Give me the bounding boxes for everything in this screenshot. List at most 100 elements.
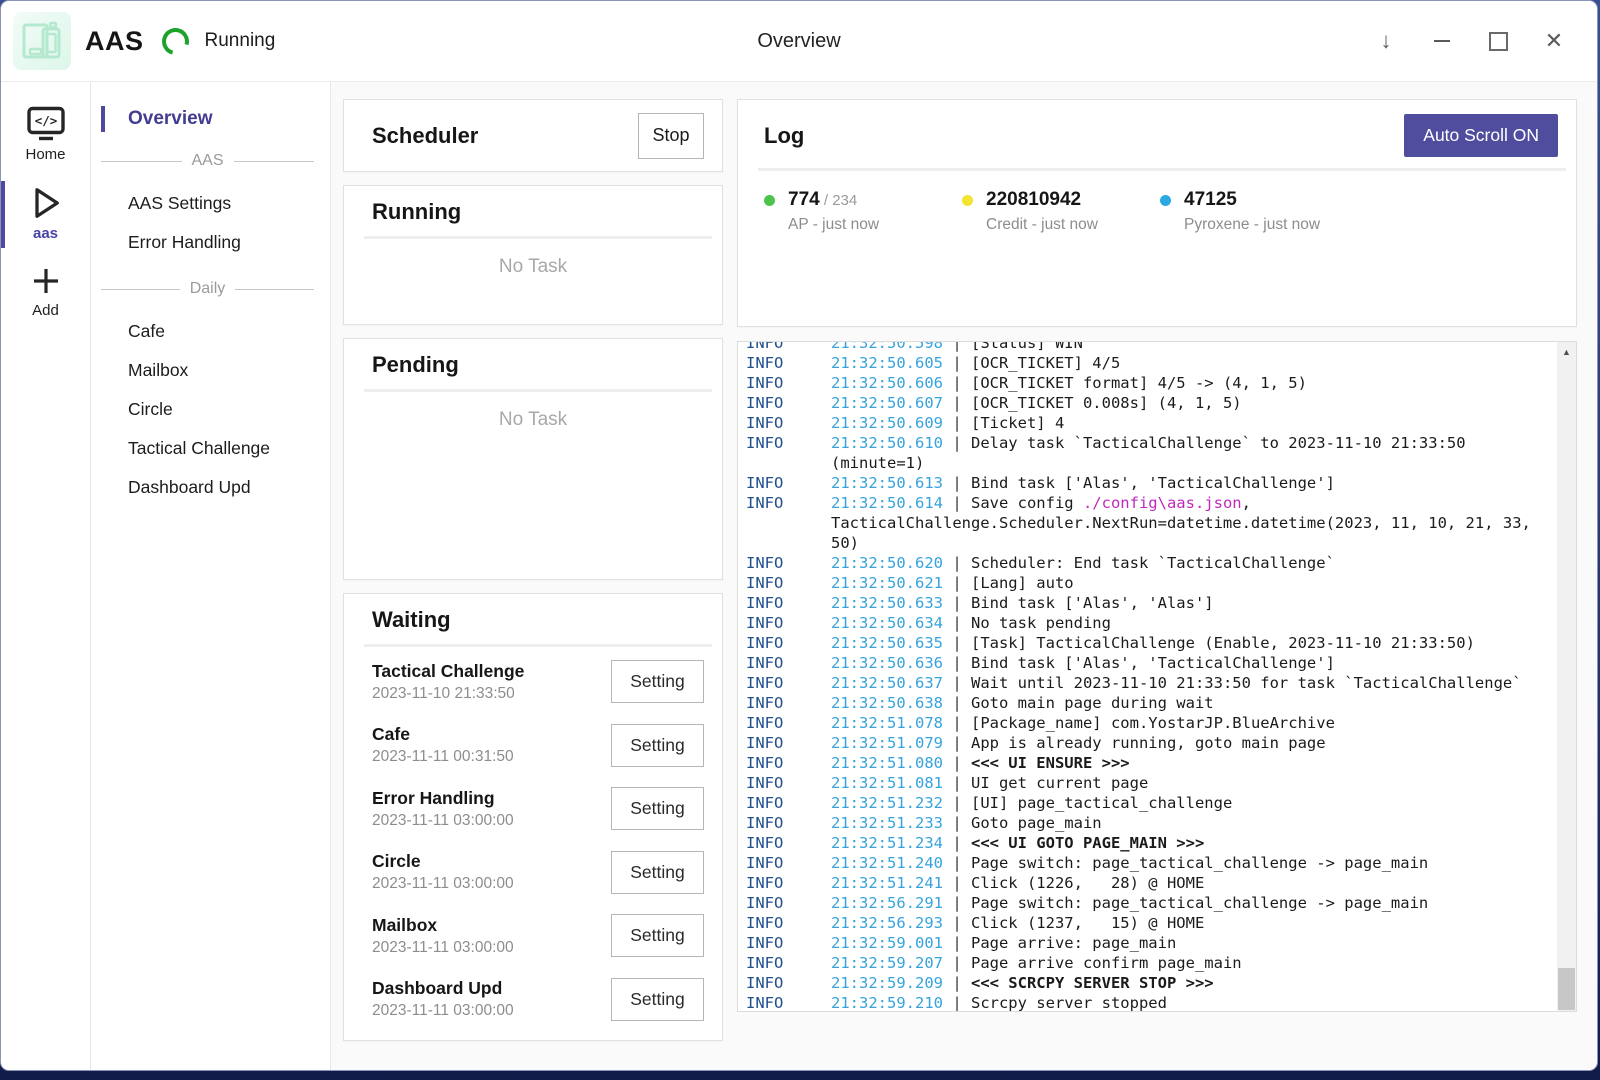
subnav-item-tactical-challenge[interactable]: Tactical Challenge bbox=[91, 429, 330, 468]
log-separator: | bbox=[943, 994, 971, 1012]
download-update-icon[interactable]: ↓ bbox=[1365, 20, 1407, 62]
scroll-up-icon[interactable]: ▲ bbox=[1557, 342, 1576, 361]
log-separator: | bbox=[943, 914, 971, 932]
log-level: INFO bbox=[746, 913, 831, 933]
log-separator: | bbox=[943, 754, 971, 772]
log-separator: | bbox=[943, 694, 971, 712]
log-line-body: 21:32:50.613 | Bind task ['Alas', 'Tacti… bbox=[831, 473, 1541, 493]
log-line: INFO21:32:51.233 | Goto page_main bbox=[746, 813, 1541, 833]
maximize-button[interactable] bbox=[1477, 20, 1519, 62]
rail-item-home[interactable]: </> Home bbox=[1, 96, 90, 175]
log-line-body: 21:32:50.635 | [Task] TacticalChallenge … bbox=[831, 633, 1541, 653]
log-line: INFO21:32:51.078 | [Package_name] com.Yo… bbox=[746, 713, 1541, 733]
waiting-task-next-run: 2023-11-11 00:31:50 bbox=[372, 748, 514, 766]
setting-button[interactable]: Setting bbox=[611, 851, 704, 894]
stat-dot-icon bbox=[764, 195, 775, 206]
log-separator: | bbox=[943, 554, 971, 572]
stat-text: 47125Pyroxene - just now bbox=[1184, 189, 1320, 234]
log-message: [Lang] auto bbox=[971, 574, 1074, 592]
waiting-task-info: Mailbox2023-11-11 03:00:00 bbox=[372, 915, 514, 957]
minimize-button[interactable] bbox=[1421, 20, 1463, 62]
rail-item-add[interactable]: Add bbox=[1, 254, 90, 331]
log-separator: | bbox=[943, 894, 971, 912]
log-level: INFO bbox=[746, 873, 831, 893]
running-title: Running bbox=[344, 199, 722, 225]
log-line-body: 21:32:59.001 | Page arrive: page_main bbox=[831, 933, 1541, 953]
log-level: INFO bbox=[746, 473, 831, 493]
log-message: Page arrive confirm page_main bbox=[971, 954, 1242, 972]
log-timestamp: 21:32:50.637 bbox=[831, 674, 943, 692]
stop-button[interactable]: Stop bbox=[638, 113, 704, 159]
subnav-item-mailbox[interactable]: Mailbox bbox=[91, 351, 330, 390]
log-level: INFO bbox=[746, 413, 831, 433]
log-separator: | bbox=[943, 774, 971, 792]
log-line: INFO21:32:50.613 | Bind task ['Alas', 'T… bbox=[746, 473, 1541, 493]
log-message: [Ticket] 4 bbox=[971, 414, 1064, 432]
log-timestamp: 21:32:56.293 bbox=[831, 914, 943, 932]
log-line-body: 21:32:51.078 | [Package_name] com.Yostar… bbox=[831, 713, 1541, 733]
log-message: Wait until 2023-11-10 21:33:50 for task … bbox=[971, 674, 1522, 692]
log-line: INFO21:32:51.080 | <<< UI ENSURE >>> bbox=[746, 753, 1541, 773]
subnav-item-cafe[interactable]: Cafe bbox=[91, 312, 330, 351]
setting-button[interactable]: Setting bbox=[611, 787, 704, 830]
log-output-panel[interactable]: INFO21:32:50.598 | [Status] WININFO21:32… bbox=[737, 341, 1577, 1012]
subnav-item-overview[interactable]: Overview bbox=[91, 104, 330, 134]
log-line-body: 21:32:56.293 | Click (1237, 15) @ HOME bbox=[831, 913, 1541, 933]
log-timestamp: 21:32:51.233 bbox=[831, 814, 943, 832]
log-line: INFO21:32:51.081 | UI get current page bbox=[746, 773, 1541, 793]
running-spinner-icon bbox=[157, 23, 194, 60]
log-message: [OCR_TICKET 0.008s] (4, 1, 5) bbox=[971, 394, 1242, 412]
stat-label: AP - just now bbox=[788, 216, 879, 234]
log-message: <<< SCRCPY SERVER STOP >>> bbox=[971, 974, 1214, 992]
subnav-item-aas-settings[interactable]: AAS Settings bbox=[91, 184, 330, 223]
log-level: INFO bbox=[746, 353, 831, 373]
divider-line bbox=[101, 289, 180, 290]
setting-button[interactable]: Setting bbox=[611, 724, 704, 767]
log-line: INFO21:32:59.001 | Page arrive: page_mai… bbox=[746, 933, 1541, 953]
waiting-task-next-run: 2023-11-11 03:00:00 bbox=[372, 1002, 514, 1020]
subnav-item-circle[interactable]: Circle bbox=[91, 390, 330, 429]
log-line-body: 21:32:50.614 | Save config ./config\aas.… bbox=[831, 493, 1541, 553]
log-line: INFO21:32:50.636 | Bind task ['Alas', 'T… bbox=[746, 653, 1541, 673]
resource-stat: 774 / 234AP - just now bbox=[764, 189, 962, 234]
log-separator: | bbox=[943, 734, 971, 752]
log-timestamp: 21:32:50.613 bbox=[831, 474, 943, 492]
log-message: Bind task ['Alas', 'TacticalChallenge'] bbox=[971, 654, 1335, 672]
resource-stat: 220810942Credit - just now bbox=[962, 189, 1160, 234]
log-timestamp: 21:32:50.635 bbox=[831, 634, 943, 652]
scrollbar-thumb[interactable] bbox=[1558, 968, 1575, 1010]
setting-button[interactable]: Setting bbox=[611, 978, 704, 1021]
stat-value: 47125 bbox=[1184, 189, 1320, 211]
subnav-sections: AASAAS SettingsError HandlingDailyCafeMa… bbox=[91, 152, 330, 507]
rail-item-aas[interactable]: aas bbox=[1, 175, 90, 254]
log-timestamp: 21:32:59.207 bbox=[831, 954, 943, 972]
log-message: Scheduler: End task `TacticalChallenge` bbox=[971, 554, 1335, 572]
waiting-task-name: Tactical Challenge bbox=[372, 661, 524, 682]
log-line: INFO21:32:51.240 | Page switch: page_tac… bbox=[746, 853, 1541, 873]
waiting-task-name: Cafe bbox=[372, 724, 514, 745]
code-monitor-icon: </> bbox=[26, 106, 66, 142]
waiting-task-row: Tactical Challenge2023-11-10 21:33:50Set… bbox=[372, 650, 704, 714]
log-line: INFO21:32:50.609 | [Ticket] 4 bbox=[746, 413, 1541, 433]
stat-extra: / 234 bbox=[820, 192, 858, 209]
log-message: Page switch: page_tactical_challenge -> … bbox=[971, 854, 1428, 872]
log-level: INFO bbox=[746, 993, 831, 1012]
log-line: INFO21:32:59.210 | Scrcpy server stopped bbox=[746, 993, 1541, 1012]
log-timestamp: 21:32:50.633 bbox=[831, 594, 943, 612]
log-level: INFO bbox=[746, 633, 831, 653]
setting-button[interactable]: Setting bbox=[611, 914, 704, 957]
setting-button[interactable]: Setting bbox=[611, 660, 704, 703]
subnav-item-dashboard-upd[interactable]: Dashboard Upd bbox=[91, 468, 330, 507]
log-timestamp: 21:32:51.232 bbox=[831, 794, 943, 812]
log-line-body: 21:32:50.638 | Goto main page during wai… bbox=[831, 693, 1541, 713]
auto-scroll-button[interactable]: Auto Scroll ON bbox=[1404, 114, 1558, 157]
log-line: INFO21:32:50.610 | Delay task `TacticalC… bbox=[746, 433, 1541, 473]
close-button[interactable]: ✕ bbox=[1533, 20, 1575, 62]
log-message: [OCR_TICKET format] 4/5 -> (4, 1, 5) bbox=[971, 374, 1307, 392]
log-line: INFO21:32:51.079 | App is already runnin… bbox=[746, 733, 1541, 753]
subnav-item-error-handling[interactable]: Error Handling bbox=[91, 223, 330, 262]
waiting-list: Tactical Challenge2023-11-10 21:33:50Set… bbox=[344, 647, 722, 1031]
log-separator: | bbox=[943, 341, 971, 352]
log-line-body: 21:32:59.210 | Scrcpy server stopped bbox=[831, 993, 1541, 1012]
log-scrollbar[interactable]: ▲ bbox=[1557, 342, 1576, 1011]
